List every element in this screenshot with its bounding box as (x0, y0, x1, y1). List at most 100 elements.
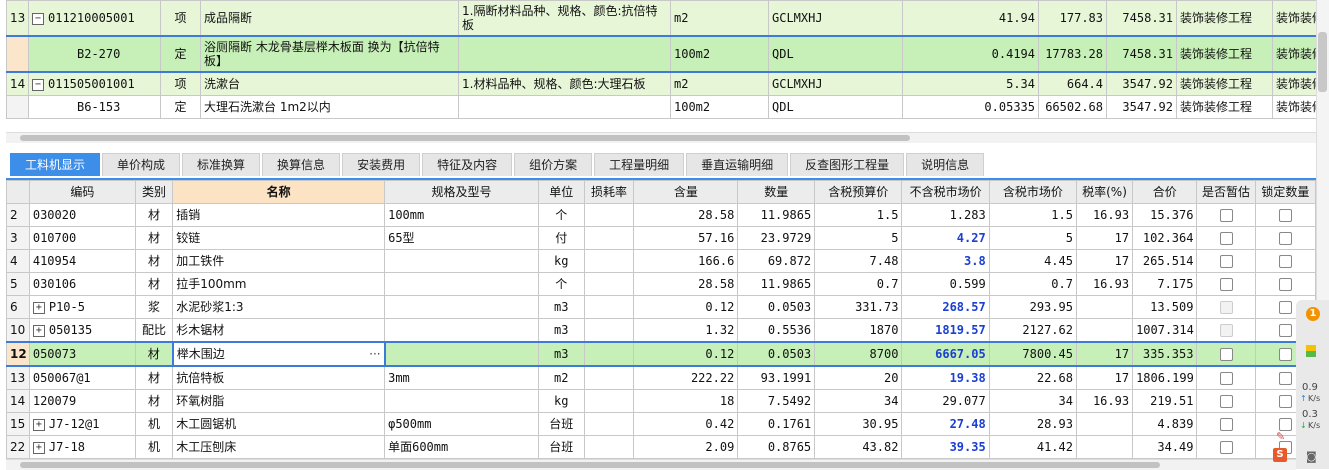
column-header[interactable]: 含量 (633, 180, 739, 204)
lock-quantity-checkbox[interactable] (1278, 348, 1292, 361)
quantity[interactable]: 0.1761 (737, 412, 816, 436)
market-price-notax[interactable]: 6667.05 (901, 341, 990, 367)
item-expression[interactable]: GCLMXHJ (768, 0, 903, 37)
resource-kind[interactable]: 机 (134, 435, 174, 459)
item-row[interactable]: B2-270 定浴厕隔断 木龙骨基层榉木板面 换为【抗倍特板】 100m2 QDL 0.… (6, 35, 1316, 73)
resource-row[interactable]: 5 030106 材拉手100mm 个 28.58 11.9865 0.7 0.599 0.7 1… (6, 272, 1316, 296)
resource-row[interactable]: 6 + P10-5 浆水泥砂浆1:3 m3 0.12 0.0503 331.73 268.57 2… (6, 295, 1316, 319)
tax-rate[interactable] (1075, 412, 1134, 436)
quantity[interactable]: 0.0503 (737, 341, 816, 367)
item-category-2[interactable]: 装饰装修工程 (1272, 71, 1316, 96)
expand-icon[interactable]: + (32, 418, 45, 431)
resource-code[interactable]: + P10-5 (28, 295, 136, 319)
resource-name[interactable]: 插销 (172, 203, 386, 227)
top-hscroll-thumb[interactable] (20, 135, 910, 141)
tab-9[interactable]: 反查图形工程量 (790, 153, 905, 176)
provisional-checkbox[interactable] (1219, 418, 1233, 431)
tax-rate[interactable] (1075, 318, 1134, 343)
item-category[interactable]: 装饰装修工程 (1176, 35, 1273, 73)
resource-row[interactable]: 2 030020 材插销 100mm 个 28.58 11.9865 1.5 1.283 1.5 1… (6, 203, 1316, 227)
resource-row[interactable]: 10 +050135 配比 杉木锯材 m3 1.32 0.5536 1870 1819.57 21… (6, 318, 1316, 343)
resource-row[interactable]: 22 + J7-18 机木工压刨床 单面600mm 台班 2.09 0.8765 43.82 39… (6, 435, 1316, 459)
content-amount[interactable]: 222.22 (633, 365, 739, 390)
lock-quantity-checkbox[interactable] (1278, 395, 1292, 408)
provisional-checkbox[interactable] (1219, 232, 1233, 245)
item-name[interactable]: 浴厕隔断 木龙骨基层榉木板面 换为【抗倍特板】 (200, 35, 459, 73)
item-feature[interactable] (458, 35, 671, 73)
column-header[interactable]: 编码 (28, 180, 136, 204)
resource-spec[interactable] (384, 272, 539, 296)
item-category[interactable]: 装饰装修工程 (1176, 95, 1273, 119)
column-header[interactable]: 单位 (537, 180, 585, 204)
tax-rate[interactable]: 17 (1075, 226, 1134, 250)
loss-rate[interactable] (583, 435, 635, 459)
lock-quantity-checkbox[interactable] (1278, 209, 1292, 222)
resource-unit[interactable]: m2 (537, 365, 585, 390)
tax-rate[interactable] (1075, 295, 1134, 319)
resource-kind[interactable]: 材 (134, 249, 174, 273)
column-header[interactable]: 是否暂估 (1196, 180, 1256, 204)
item-category[interactable]: 装饰装修工程 (1176, 71, 1273, 96)
tab-1[interactable]: 单价构成 (102, 153, 181, 176)
item-category-2[interactable]: 装饰装修工程 (1272, 35, 1316, 73)
market-price-notax[interactable]: 39.35 (901, 435, 990, 459)
market-price-tax[interactable]: 34 (988, 389, 1077, 413)
item-unit[interactable]: 100m2 (670, 95, 769, 119)
column-header[interactable]: 不含税市场价 (901, 180, 990, 204)
market-price-tax[interactable]: 0.7 (988, 272, 1077, 296)
content-amount[interactable]: 166.6 (633, 249, 739, 273)
resource-name[interactable]: 抗倍特板 (172, 365, 386, 390)
provisional-checkbox[interactable] (1219, 278, 1233, 291)
notification-badge[interactable]: 1 (1306, 307, 1320, 321)
tax-rate[interactable]: 17 (1075, 365, 1134, 390)
expand-icon[interactable]: + (32, 301, 45, 314)
resource-name[interactable]: 加工铁件 (172, 249, 386, 273)
resource-code[interactable]: + J7-12@1 (28, 412, 136, 436)
resource-code[interactable]: 120079 (28, 389, 136, 413)
provisional-checkbox[interactable] (1219, 372, 1233, 385)
resource-kind[interactable]: 材 (134, 226, 174, 250)
more-options-icon[interactable]: ··· (369, 344, 380, 364)
quantity[interactable]: 0.0503 (737, 295, 816, 319)
resource-unit[interactable]: kg (537, 249, 585, 273)
resource-name[interactable]: 环氧树脂 (172, 389, 386, 413)
resource-kind[interactable]: 材 (134, 365, 174, 390)
resource-spec[interactable]: 100mm (384, 203, 539, 227)
loss-rate[interactable] (583, 318, 635, 343)
resource-code[interactable]: 050073 (28, 341, 136, 367)
item-code[interactable]: −011210005001 (28, 0, 161, 37)
quantity[interactable]: 69.872 (737, 249, 816, 273)
lock-quantity-checkbox[interactable] (1278, 301, 1292, 314)
market-price-tax[interactable]: 28.93 (988, 412, 1077, 436)
tax-rate[interactable]: 17 (1075, 249, 1134, 273)
market-price-tax[interactable]: 1.5 (988, 203, 1077, 227)
item-code[interactable]: B6-153 (28, 95, 161, 119)
collapse-icon[interactable]: − (32, 78, 44, 91)
resource-unit[interactable]: kg (537, 389, 585, 413)
tab-0[interactable]: 工料机显示 (10, 153, 101, 176)
resource-spec[interactable]: φ500mm (384, 412, 539, 436)
item-unit[interactable]: m2 (670, 71, 769, 96)
resource-name[interactable]: 木工圆锯机 (172, 412, 386, 436)
resource-code[interactable]: 010700 (28, 226, 136, 250)
resource-row[interactable]: 13 050067@1 材抗倍特板 3mm m2 222.22 93.1991 20 19.38… (6, 365, 1316, 390)
resource-unit[interactable]: m3 (537, 341, 585, 367)
content-amount[interactable]: 18 (633, 389, 739, 413)
resource-spec[interactable] (384, 318, 539, 343)
tab-8[interactable]: 垂直运输明细 (686, 153, 789, 176)
content-amount[interactable]: 0.42 (633, 412, 739, 436)
resource-unit[interactable]: 个 (537, 203, 585, 227)
lock-quantity-checkbox[interactable] (1278, 255, 1292, 268)
tax-rate[interactable]: 16.93 (1075, 389, 1134, 413)
loss-rate[interactable] (583, 203, 635, 227)
tab-10[interactable]: 说明信息 (906, 153, 985, 176)
loss-rate[interactable] (583, 272, 635, 296)
quantity[interactable]: 0.8765 (737, 435, 816, 459)
market-price-notax[interactable]: 0.599 (901, 272, 990, 296)
column-header[interactable]: 名称 (172, 180, 386, 204)
resource-unit[interactable]: m3 (537, 318, 585, 343)
column-header[interactable]: 锁定数量 (1254, 180, 1316, 204)
provisional-checkbox[interactable] (1219, 395, 1233, 408)
column-header[interactable]: 含税市场价 (988, 180, 1077, 204)
resource-name[interactable]: 水泥砂浆1:3 (172, 295, 386, 319)
